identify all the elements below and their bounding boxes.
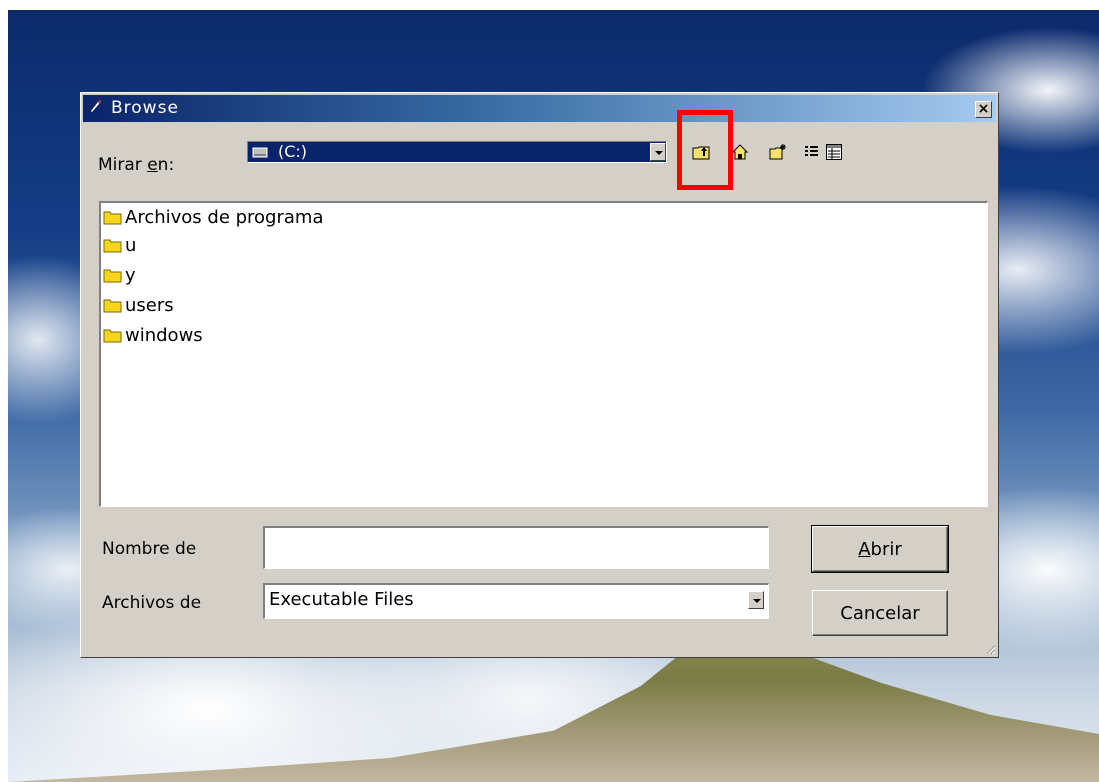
list-item[interactable]: y <box>103 261 136 289</box>
file-name: y <box>125 264 136 286</box>
title-bar[interactable]: Browse × <box>83 95 996 122</box>
folder-icon <box>103 269 122 283</box>
up-one-level-highlight <box>677 110 733 190</box>
new-folder-button[interactable] <box>767 141 789 163</box>
app-icon <box>91 100 101 112</box>
look-in-label-accel: e <box>147 155 158 175</box>
browse-dialog: Browse × Mirar en: (C:) Archivos de prog… <box>80 92 999 658</box>
folder-icon <box>103 329 122 343</box>
filetype-dropdown-button[interactable] <box>748 591 764 609</box>
look-in-dropdown-button[interactable] <box>650 143 666 161</box>
resize-grip-icon[interactable] <box>984 643 996 655</box>
file-name: users <box>125 294 174 316</box>
open-button[interactable]: Abrir <box>811 525 949 573</box>
file-name: Archivos de programa <box>125 206 324 228</box>
details-view-button[interactable] <box>823 141 845 163</box>
folder-icon <box>103 239 122 253</box>
file-name: u <box>125 234 137 256</box>
list-item[interactable]: u <box>103 231 136 259</box>
drive-icon <box>252 147 268 158</box>
look-in-label-suffix: n: <box>157 155 175 175</box>
look-in-label-prefix: Mirar <box>98 155 148 175</box>
look-in-dropdown[interactable]: (C:) <box>247 141 667 163</box>
filename-input-field[interactable] <box>263 526 769 569</box>
look-in-value: (C:) <box>278 142 308 161</box>
close-button[interactable]: × <box>975 101 992 118</box>
list-view-button[interactable] <box>801 141 823 163</box>
filetype-dropdown[interactable]: Executable Files <box>263 583 769 619</box>
cancel-button[interactable]: Cancelar <box>812 590 948 636</box>
home-icon <box>731 144 749 160</box>
list-item[interactable]: windows <box>103 321 203 349</box>
filename-label: Nombre de <box>102 539 197 559</box>
file-list[interactable]: Archivos de programa u y users windows <box>99 201 988 507</box>
close-icon: × <box>977 101 990 117</box>
cancel-button-label: Cancelar <box>840 602 920 624</box>
dialog-title: Browse <box>111 98 179 118</box>
list-item[interactable]: users <box>103 291 174 319</box>
folder-icon <box>103 211 122 225</box>
filename-input[interactable] <box>265 528 768 568</box>
details-view-icon <box>826 144 842 160</box>
filetype-label: Archivos de <box>102 593 202 613</box>
new-folder-icon <box>769 144 786 160</box>
file-name: windows <box>125 324 203 346</box>
list-view-icon <box>805 146 818 156</box>
list-item[interactable]: Archivos de programa <box>103 203 323 231</box>
filetype-value: Executable Files <box>269 589 414 610</box>
open-button-accel: A <box>858 538 871 560</box>
look-in-label: Mirar en: <box>98 155 174 175</box>
folder-icon <box>103 299 122 313</box>
open-button-label: brir <box>870 538 902 560</box>
